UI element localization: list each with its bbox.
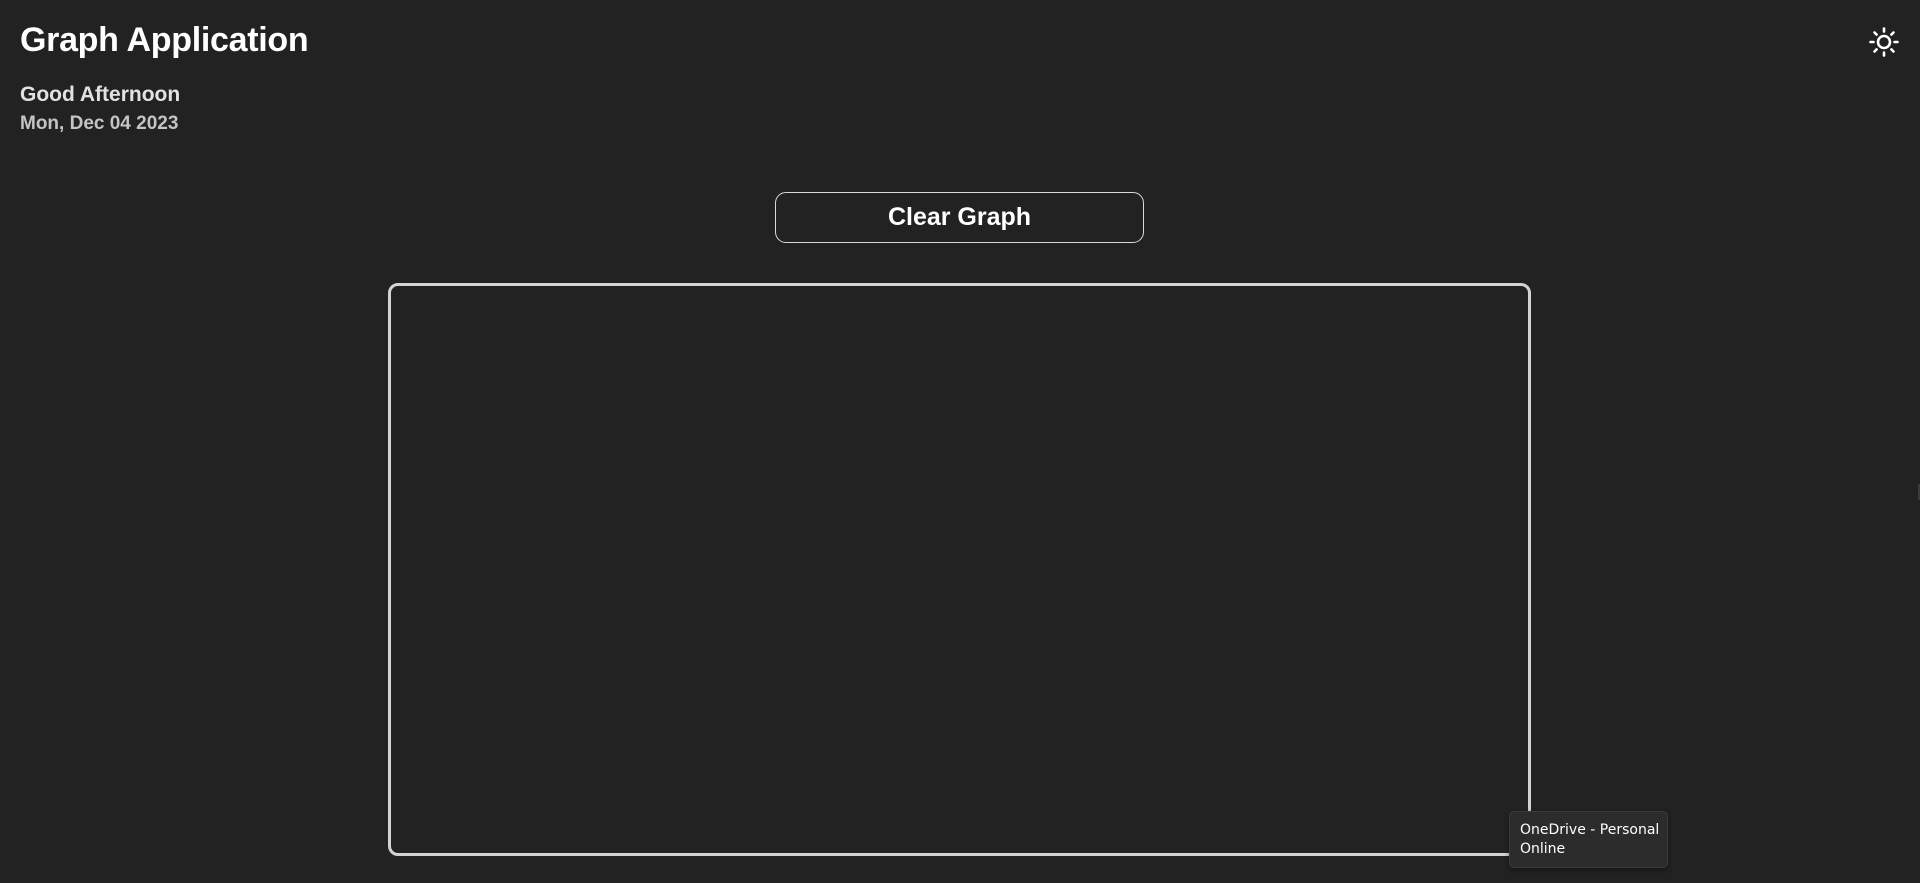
graph-canvas[interactable] [388,283,1531,856]
sun-icon [1869,27,1899,57]
tooltip-line-status: Online [1520,841,1566,857]
app-title: Graph Application [20,21,309,59]
clear-graph-button[interactable]: Clear Graph [775,192,1144,243]
onedrive-tooltip: OneDrive - Personal Online [1509,811,1668,868]
greeting-text: Good Afternoon [20,83,181,106]
current-date: Mon, Dec 04 2023 [20,113,179,134]
theme-toggle-button[interactable] [1866,24,1902,60]
tooltip-line-account: OneDrive - Personal [1520,822,1660,838]
